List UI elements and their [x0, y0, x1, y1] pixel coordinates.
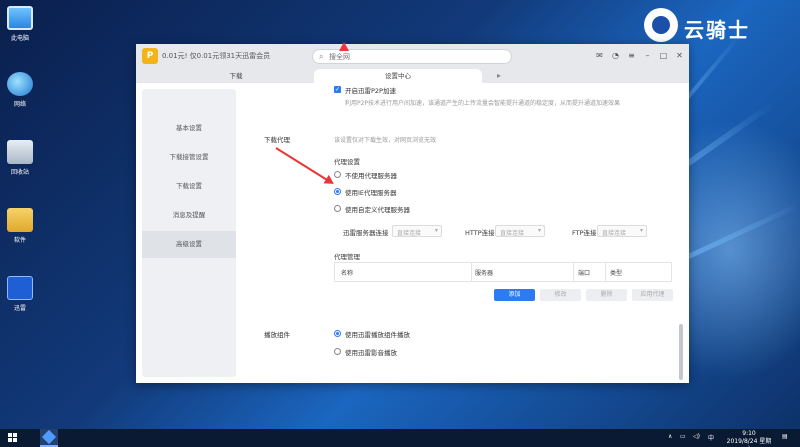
windows-start-icon[interactable]: [8, 433, 18, 443]
player-component-heading: 播放组件: [264, 331, 290, 339]
proxy-ie-radio[interactable]: [334, 188, 341, 195]
folder-icon: [7, 208, 33, 232]
select-value: 直接连接: [397, 230, 422, 237]
desktop-icon-label: 软件: [13, 237, 26, 244]
proxy-settings-title: 代理设置: [334, 158, 360, 166]
chevron-down-icon: ▾: [639, 227, 643, 234]
search-icon: ⌕: [319, 52, 324, 61]
http-connection-label: HTTP连接: [465, 229, 495, 237]
tab-download[interactable]: 下载: [176, 69, 296, 83]
column-divider: [573, 263, 574, 281]
proxy-manage-title: 代理管理: [334, 253, 360, 261]
sidebar-item-basic[interactable]: 基本设置: [142, 115, 236, 142]
player-option-label: 使用迅雷播放组件播放: [345, 331, 410, 339]
desktop-icon-this-pc[interactable]: 此电脑: [0, 6, 40, 42]
proxy-option-label: 不使用代理服务器: [345, 172, 397, 180]
notification-icon[interactable]: ▤: [782, 433, 788, 440]
content-scrollbar[interactable]: [679, 324, 683, 380]
chevron-down-icon: ▾: [537, 227, 541, 234]
table-header-port: 端口: [578, 270, 591, 277]
volume-icon[interactable]: ◁): [693, 433, 700, 440]
menu-icon[interactable]: ≡: [626, 50, 637, 61]
settings-sidebar: 基本设置 下载接管设置 下载设置 消息及提醒 高级设置: [142, 89, 236, 377]
edit-proxy-button[interactable]: 修改: [540, 289, 581, 301]
tab-settings-center[interactable]: 设置中心: [314, 69, 482, 83]
knight-logo-icon: [644, 8, 678, 42]
table-header-server: 服务器: [475, 270, 494, 277]
skin-icon[interactable]: ◔: [610, 50, 621, 61]
desktop-icon-thunder[interactable]: 迅雷: [0, 276, 40, 312]
thunder-server-select[interactable]: 直接连接 ▾: [392, 225, 442, 237]
ftp-connection-label: FTP连接: [572, 229, 597, 237]
settings-content: ✓ 开启迅雷P2P加速 利用P2P技术进行用户间加速，该通道产生的上传流量会智能…: [236, 83, 689, 383]
tab-bar: 下载 设置中心 ▸: [136, 69, 689, 83]
player-xmp-radio[interactable]: [334, 348, 341, 355]
download-proxy-heading: 下载代理: [264, 136, 290, 144]
search-box[interactable]: ⌕: [312, 49, 512, 64]
taskbar-thunder-icon[interactable]: [40, 429, 58, 447]
player-thunder-radio[interactable]: [334, 330, 341, 337]
select-value: 直接连接: [500, 230, 525, 237]
close-icon[interactable]: ✕: [674, 50, 685, 61]
p2p-checkbox[interactable]: ✓: [334, 86, 341, 93]
tray-expand-icon[interactable]: ∧: [668, 433, 672, 440]
search-input[interactable]: [329, 51, 499, 62]
vip-promo-text[interactable]: 0.01元! 仅0.01元领31天迅雷会员: [162, 51, 270, 61]
vip-coupon-icon[interactable]: P: [142, 48, 158, 64]
desktop-icon-software[interactable]: 软件: [0, 208, 40, 244]
proxy-none-radio[interactable]: [334, 171, 341, 178]
desktop-icon-label: 迅雷: [13, 305, 26, 312]
column-divider: [605, 263, 606, 281]
sidebar-item-advanced[interactable]: 高级设置: [142, 231, 236, 258]
thunder-icon: [7, 276, 33, 300]
delete-proxy-button[interactable]: 删除: [586, 289, 627, 301]
clock-date: 2019/8/24 星期六: [726, 438, 772, 447]
chevron-down-icon: ▾: [434, 227, 438, 234]
annotation-arrow-icon: [339, 42, 349, 51]
ime-indicator[interactable]: 中: [708, 433, 714, 442]
new-tab-icon[interactable]: ▸: [492, 69, 506, 83]
proxy-option-label: 使用自定义代理服务器: [345, 206, 410, 214]
table-header-name: 名称: [341, 270, 354, 277]
network-tray-icon[interactable]: ▭: [680, 433, 686, 440]
proxy-option-label: 使用IE代理服务器: [345, 189, 397, 197]
thunder-window: P 0.01元! 仅0.01元领31天迅雷会员 ⌕ ✉ ◔ ≡ – □ ✕ 下载…: [136, 44, 689, 383]
proxy-table: 名称 服务器 端口 类型: [334, 262, 672, 282]
desktop-icon-label: 回收站: [10, 169, 29, 176]
table-header-type: 类型: [610, 270, 623, 277]
brand-logo: 云骑士: [640, 6, 790, 46]
clock-time: 9:10: [742, 430, 756, 437]
desktop-icon-label: 网络: [13, 101, 26, 108]
desktop-icon-recycle-bin[interactable]: 回收站: [0, 140, 40, 176]
column-divider: [471, 263, 472, 281]
add-proxy-button[interactable]: 添加: [494, 289, 535, 301]
recycle-bin-icon: [7, 140, 33, 164]
p2p-description: 利用P2P技术进行用户间加速，该通道产生的上传流量会智能提升通道的稳定度，从而提…: [345, 100, 621, 107]
maximize-icon[interactable]: □: [658, 50, 669, 61]
select-value: 直接连接: [602, 230, 627, 237]
sidebar-item-download[interactable]: 下载设置: [142, 173, 236, 200]
http-connection-select[interactable]: 直接连接 ▾: [495, 225, 545, 237]
apply-proxy-button[interactable]: 应用代理: [632, 289, 673, 301]
network-icon: [7, 72, 33, 96]
taskbar-clock[interactable]: 9:10 2019/8/24 星期六: [724, 430, 774, 447]
title-bar: P 0.01元! 仅0.01元领31天迅雷会员 ⌕ ✉ ◔ ≡ – □ ✕: [136, 44, 689, 69]
p2p-label: 开启迅雷P2P加速: [345, 87, 396, 95]
proxy-custom-radio[interactable]: [334, 205, 341, 212]
player-option-label: 使用迅雷影音播放: [345, 349, 397, 357]
download-proxy-hint: 该设置仅对下载生效，对网页浏览无效: [334, 137, 437, 144]
ftp-connection-select[interactable]: 直接连接 ▾: [597, 225, 647, 237]
sidebar-item-notifications[interactable]: 消息及提醒: [142, 202, 236, 229]
sidebar-item-takeover[interactable]: 下载接管设置: [142, 144, 236, 171]
computer-icon: [7, 6, 33, 30]
desktop-icon-label: 此电脑: [10, 35, 29, 42]
minimize-icon[interactable]: –: [642, 50, 653, 61]
logo-text: 云骑士: [684, 18, 750, 42]
taskbar: ∧ ▭ ◁) 中 9:10 2019/8/24 星期六 ▤: [0, 429, 800, 447]
thunder-server-label: 迅雷服务器连接: [343, 229, 389, 237]
desktop-icon-network[interactable]: 网络: [0, 72, 40, 108]
message-icon[interactable]: ✉: [594, 50, 605, 61]
